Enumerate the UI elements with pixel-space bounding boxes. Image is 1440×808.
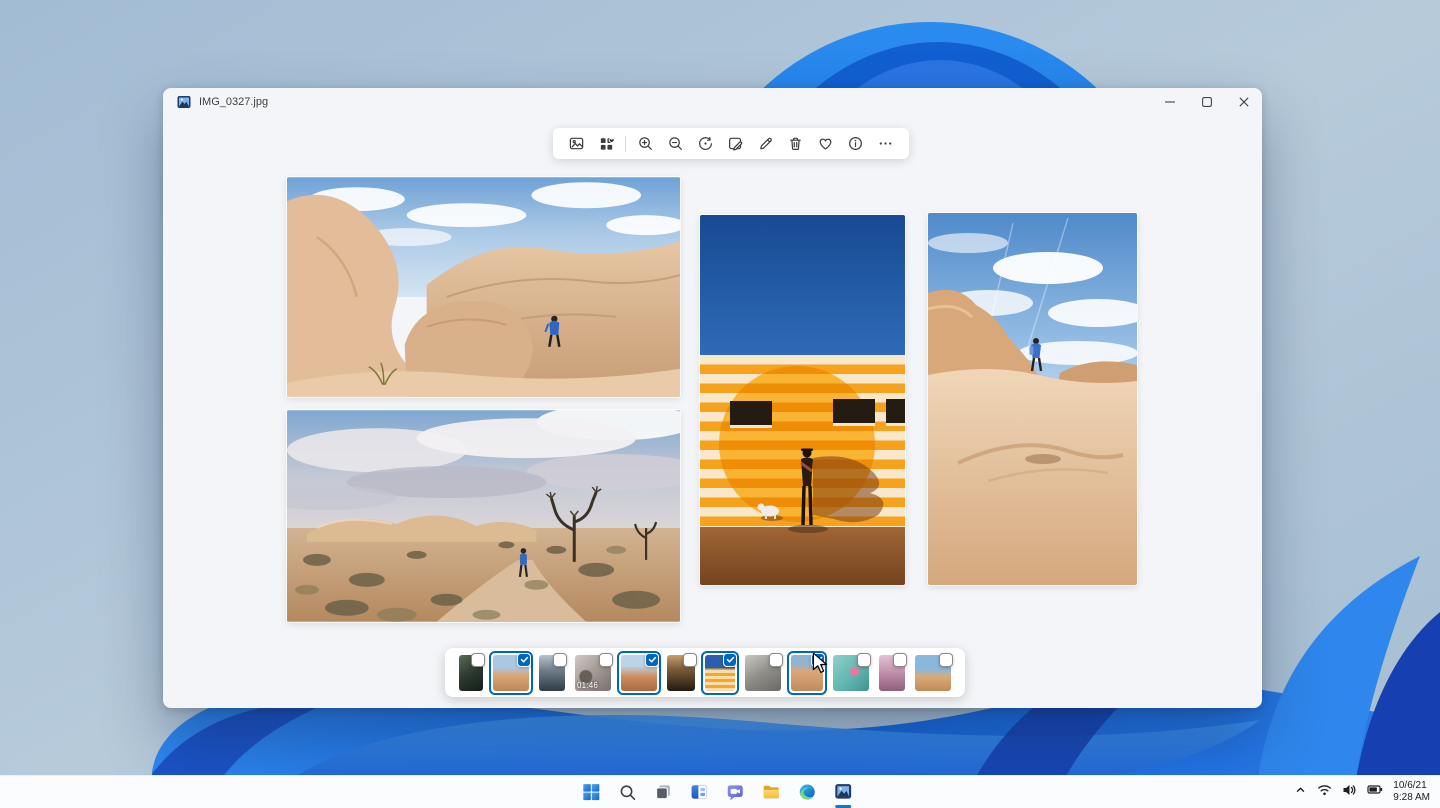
favorite-icon[interactable] <box>815 133 837 155</box>
thumbnail-checkbox-unchecked[interactable] <box>939 652 953 667</box>
toolbar-divider <box>625 135 627 152</box>
thumbnail-checkbox-unchecked[interactable] <box>769 652 783 667</box>
desktop: IMG_0327.jpg 01:46 10/6/21 9:28 AM <box>0 0 1440 808</box>
thumbnail-checkbox-unchecked[interactable] <box>471 652 485 667</box>
system-tray: 10/6/21 9:28 AM <box>1294 776 1430 808</box>
filmstrip-thumbnail-8[interactable] <box>741 650 785 695</box>
taskbar-center-icons <box>578 776 856 808</box>
photos-app-icon <box>177 95 191 109</box>
filmstrip-thumbnail-10[interactable] <box>829 650 873 695</box>
window-title: IMG_0327.jpg <box>199 95 269 108</box>
tray-date: 10/6/21 <box>1393 780 1427 791</box>
start-button[interactable] <box>578 779 604 805</box>
tray-clock[interactable]: 10/6/21 9:28 AM <box>1393 780 1430 804</box>
zoom-out-icon[interactable] <box>664 133 686 155</box>
wifi-icon[interactable] <box>1317 783 1332 802</box>
photo-toolbar <box>553 128 909 159</box>
file-explorer-icon[interactable] <box>758 779 784 805</box>
thumbnail-checkbox-unchecked[interactable] <box>893 652 907 667</box>
edge-icon[interactable] <box>794 779 820 805</box>
info-icon[interactable] <box>845 133 867 155</box>
tray-time: 9:28 AM <box>1393 792 1430 803</box>
window-controls <box>1151 88 1262 115</box>
widgets-icon[interactable] <box>686 779 712 805</box>
maximize-button[interactable] <box>1188 88 1225 115</box>
thumbnail-checkbox-checked[interactable] <box>723 652 737 667</box>
volume-icon[interactable] <box>1342 783 1357 802</box>
thumbnail-checkbox-unchecked[interactable] <box>553 652 567 667</box>
filmstrip-thumbnail-11[interactable] <box>875 650 909 695</box>
filmstrip-thumbnail-4[interactable]: 01:46 <box>571 650 615 695</box>
crop-edit-icon[interactable] <box>724 133 746 155</box>
photos-taskbar-icon[interactable] <box>830 779 856 808</box>
filmstrip-thumbnail-5[interactable] <box>617 650 661 695</box>
filmstrip-thumbnail-7[interactable] <box>701 650 739 695</box>
thumbnail-checkbox-unchecked[interactable] <box>599 652 613 667</box>
thumbnail-checkbox-unchecked[interactable] <box>857 652 871 667</box>
photo-desert-rocks-hiker[interactable] <box>287 177 680 397</box>
photos-app-window: IMG_0327.jpg 01:46 <box>163 88 1262 708</box>
delete-icon[interactable] <box>785 133 807 155</box>
filmstrip-thumbnail-6[interactable] <box>663 650 699 695</box>
titlebar[interactable]: IMG_0327.jpg <box>163 88 1262 115</box>
taskbar: 10/6/21 9:28 AM <box>0 775 1440 808</box>
thumbnail-checkbox-unchecked[interactable] <box>683 652 697 667</box>
filmstrip-thumbnail-2[interactable] <box>489 650 533 695</box>
filmstrip-thumbnail-3[interactable] <box>535 650 569 695</box>
photo-joshua-tree-desert[interactable] <box>287 410 680 622</box>
filmstrip-thumbnail-12[interactable] <box>911 650 955 695</box>
search-icon[interactable] <box>614 779 640 805</box>
grid-favorites-icon[interactable] <box>595 133 617 155</box>
thumbnail-checkbox-checked[interactable] <box>645 652 659 667</box>
chat-icon[interactable] <box>722 779 748 805</box>
task-view-icon[interactable] <box>650 779 676 805</box>
filmstrip: 01:46 <box>445 648 965 697</box>
more-icon[interactable] <box>875 133 897 155</box>
mouse-cursor <box>810 652 830 679</box>
photo-desert-sky-hiker[interactable] <box>928 213 1137 585</box>
image-view-icon[interactable] <box>565 133 587 155</box>
battery-icon[interactable] <box>1367 783 1383 801</box>
video-duration-badge: 01:46 <box>577 680 599 690</box>
markup-pencil-icon[interactable] <box>755 133 777 155</box>
filmstrip-thumbnail-1[interactable] <box>455 650 487 695</box>
thumbnail-checkbox-checked[interactable] <box>517 652 531 667</box>
photo-orange-striped-wall[interactable] <box>700 215 905 585</box>
tray-chevron-icon[interactable] <box>1294 783 1307 801</box>
close-button[interactable] <box>1225 88 1262 115</box>
minimize-button[interactable] <box>1151 88 1188 115</box>
zoom-in-icon[interactable] <box>634 133 656 155</box>
rotate-icon[interactable] <box>694 133 716 155</box>
